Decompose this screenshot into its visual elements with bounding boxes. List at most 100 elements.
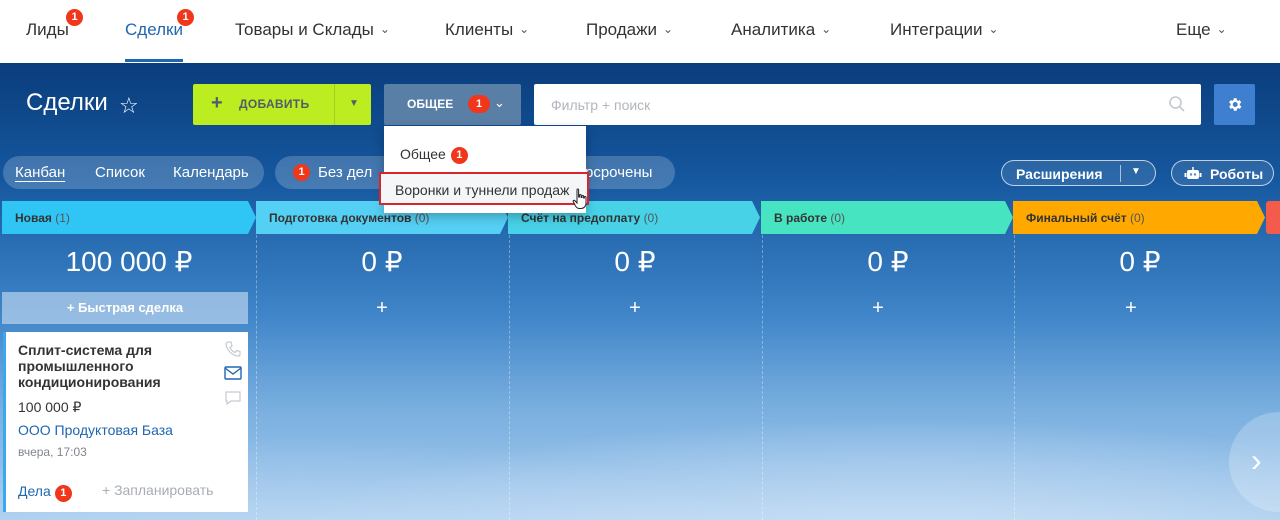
divider (1120, 165, 1121, 182)
activities-badge: 1 (54, 485, 72, 502)
caret-down-icon[interactable]: ▼ (1131, 166, 1141, 177)
column-header-final-invoice[interactable]: Финальный счёт (0) (1013, 201, 1267, 234)
deal-activities-label: Дела (18, 483, 51, 499)
active-tab-underline (125, 59, 183, 62)
chevron-right-icon: › (1251, 442, 1262, 478)
nav-item-deals[interactable]: Сделки 1 (125, 9, 194, 40)
chat-icon[interactable] (224, 389, 242, 407)
search-field[interactable] (534, 84, 1201, 125)
deal-date: вчера, 17:03 (18, 445, 87, 459)
nav-item-label: Аналитика (731, 20, 816, 39)
counter-overdue[interactable]: рсрочены (585, 164, 652, 181)
view-list[interactable]: Список (95, 164, 145, 181)
nav-item-clients[interactable]: Клиенты ⌄ (445, 20, 529, 40)
column-sum: 0 ₽ (867, 246, 909, 277)
page-title: Сделки (26, 89, 108, 116)
top-navigation: Лиды 1 Сделки 1 Товары и Склады ⌄ Клиенты… (0, 0, 1280, 63)
robots-label: Роботы (1210, 166, 1264, 182)
add-deal-plus-button[interactable]: + (256, 297, 508, 320)
view-kanban[interactable]: Канбан (15, 164, 65, 181)
column-sum: 0 ₽ (361, 246, 403, 277)
column-title: Новая (15, 211, 52, 225)
robots-button[interactable]: Роботы (1171, 160, 1274, 186)
column-count: (0) (414, 211, 430, 225)
nav-item-label: Интеграции (890, 20, 983, 39)
nav-item-products[interactable]: Товары и Склады ⌄ (235, 20, 390, 40)
nav-item-sales[interactable]: Продажи ⌄ (586, 20, 673, 40)
nav-item-label: Клиенты (445, 20, 514, 39)
robot-icon (1184, 167, 1202, 179)
add-dropdown-toggle[interactable]: ▼ (334, 84, 371, 125)
settings-button[interactable] (1214, 84, 1255, 125)
nav-badge-leads: 1 (66, 9, 83, 26)
nav-item-label: Товары и Склады (235, 20, 374, 39)
chevron-down-icon: ⌄ (988, 22, 999, 36)
dropdown-item-label: Общее (400, 146, 446, 162)
deal-company-link[interactable]: ООО Продуктовая База (18, 422, 173, 438)
plus-icon: + (211, 92, 223, 114)
column-header-new[interactable]: Новая (1) (2, 201, 258, 234)
chevron-down-icon: ⌄ (1216, 22, 1227, 36)
deal-card[interactable]: Сплит-система для промышленного кондицио… (3, 332, 248, 512)
nav-item-more[interactable]: Еще ⌄ (1176, 20, 1227, 40)
column-count: (0) (830, 211, 846, 225)
filter-preset-label: ОБЩЕЕ (407, 97, 454, 111)
view-calendar[interactable]: Календарь (173, 164, 249, 181)
caret-down-icon: ▼ (349, 98, 359, 109)
chevron-down-icon: ⌄ (379, 22, 390, 36)
extensions-label: Расширения (1016, 166, 1103, 182)
column-title: Подготовка документов (269, 211, 412, 225)
dropdown-item-general[interactable]: Общее 1 (400, 146, 468, 164)
nav-item-label: Лиды (26, 20, 69, 39)
nav-item-label: Еще (1176, 20, 1211, 39)
column-count: (1) (55, 211, 70, 225)
quick-deal-label: + Быстрая сделка (66, 300, 184, 315)
column-title: Счёт на предоплату (521, 211, 641, 225)
dropdown-item-label: Воронки и туннели продаж (395, 182, 570, 198)
add-button-label: ДОБАВИТЬ (239, 97, 310, 111)
filter-preset-dropdown: Общее 1 Воронки и туннели продаж (379, 126, 589, 213)
add-deal-plus-button[interactable]: + (761, 297, 995, 320)
nav-item-analytics[interactable]: Аналитика ⌄ (731, 20, 831, 40)
nav-item-label: Сделки (125, 20, 183, 39)
gear-icon (1229, 98, 1242, 111)
add-deal-plus-button[interactable]: + (508, 297, 762, 320)
mail-icon[interactable] (224, 365, 242, 381)
column-count: (0) (1129, 211, 1145, 225)
column-title: В работе (774, 211, 827, 225)
dropdown-item-funnels[interactable]: Воронки и туннели продаж (379, 172, 589, 205)
chevron-down-icon: ⌄ (821, 22, 832, 36)
column-header-in-progress[interactable]: В работе (0) (761, 201, 1015, 234)
nav-item-label: Продажи (586, 20, 657, 39)
counter-badge: 1 (293, 164, 310, 181)
filter-badge: 1 (468, 95, 490, 113)
chevron-down-icon: ⌄ (494, 95, 505, 110)
extensions-button[interactable]: Расширения ▼ (1001, 160, 1156, 186)
deal-activities-link[interactable]: Дела 1 (18, 483, 72, 502)
nav-item-integrations[interactable]: Интеграции ⌄ (890, 20, 999, 40)
dropdown-item-badge: 1 (450, 147, 468, 164)
chevron-down-icon: ⌄ (663, 22, 674, 36)
column-sum: 0 ₽ (614, 246, 656, 277)
deal-title[interactable]: Сплит-система для промышленного кондицио… (18, 342, 198, 390)
plan-activity-link[interactable]: + Запланировать (102, 482, 213, 498)
search-icon[interactable] (1168, 95, 1186, 113)
nav-badge-deals: 1 (177, 9, 194, 26)
column-header-shape (1266, 201, 1280, 234)
search-input[interactable] (534, 84, 1201, 125)
column-count: (0) (643, 211, 659, 225)
add-button[interactable]: + ДОБАВИТЬ ▼ (193, 84, 371, 125)
column-title: Финальный счёт (1026, 211, 1127, 225)
add-deal-plus-button[interactable]: + (1013, 297, 1249, 320)
quick-deal-button[interactable]: + Быстрая сделка (2, 292, 248, 324)
chevron-down-icon: ⌄ (519, 22, 530, 36)
filter-preset-button[interactable]: ОБЩЕЕ 1 ⌄ (384, 84, 521, 125)
column-sum: 0 ₽ (1119, 246, 1161, 277)
hand-pointer-icon (572, 188, 587, 209)
nav-item-leads[interactable]: Лиды 1 (26, 9, 83, 40)
deal-amount: 100 000 ₽ (18, 399, 82, 415)
column-header-next[interactable] (1266, 201, 1280, 234)
phone-icon[interactable] (224, 340, 242, 358)
star-icon[interactable]: ☆ (119, 93, 139, 119)
counter-no-activities[interactable]: Без дел (318, 164, 372, 181)
